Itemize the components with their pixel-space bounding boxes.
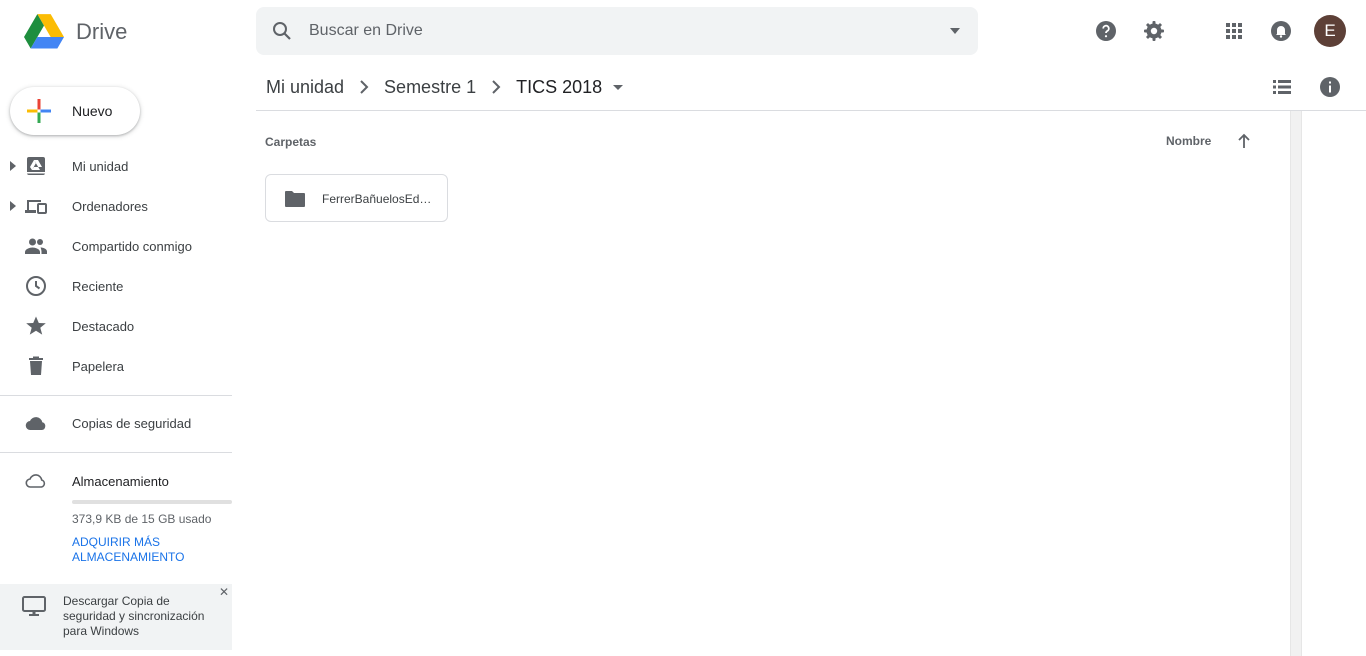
- avatar[interactable]: E: [1314, 15, 1346, 47]
- apps-grid-icon[interactable]: [1222, 19, 1246, 43]
- star-icon: [26, 316, 46, 335]
- new-button[interactable]: Nuevo: [10, 87, 140, 135]
- sidebar-divider: [0, 395, 232, 396]
- new-button-label: Nuevo: [72, 103, 113, 119]
- backup-sync-promo[interactable]: Descargar Copia de seguridad y sincroniz…: [0, 584, 232, 650]
- content-divider: [256, 110, 1366, 111]
- notifications-icon[interactable]: [1269, 19, 1293, 43]
- app-name: Drive: [76, 19, 128, 44]
- info-icon[interactable]: [1318, 75, 1342, 99]
- storage-usage-bar: [72, 500, 232, 504]
- chevron-right-icon: [360, 80, 369, 94]
- breadcrumb-item[interactable]: Semestre 1: [384, 77, 476, 98]
- storage-usage-text: 373,9 KB de 15 GB usado: [72, 512, 212, 526]
- sidebar-item-storage[interactable]: Almacenamiento: [0, 461, 232, 501]
- sidebar-item-label: Almacenamiento: [72, 473, 169, 489]
- settings-icon[interactable]: [1142, 19, 1166, 43]
- sidebar-nav: Mi unidad Ordenadores Compartido conmigo…: [0, 146, 232, 386]
- list-view-icon[interactable]: [1270, 75, 1294, 99]
- cloud-icon: [25, 417, 46, 431]
- arrow-drop-down-icon[interactable]: [606, 75, 630, 99]
- sidebar-item-label: Compartido conmigo: [72, 238, 192, 254]
- folder-item[interactable]: FerrerBañuelosEd…: [265, 174, 448, 222]
- sidebar-item-recent[interactable]: Reciente: [0, 266, 232, 306]
- desktop-computer-icon: [22, 596, 46, 616]
- sidebar-item-backups[interactable]: Copias de seguridad: [0, 403, 232, 443]
- sidebar-item-label: Destacado: [72, 318, 135, 334]
- sidebar-divider: [0, 452, 232, 453]
- clock-icon: [26, 276, 46, 296]
- search-input[interactable]: [309, 7, 909, 55]
- close-icon[interactable]: ✕: [219, 586, 229, 598]
- expand-arrow-icon[interactable]: [10, 161, 16, 171]
- cloud-outline-icon: [25, 474, 46, 488]
- sidebar-item-my-drive[interactable]: Mi unidad: [0, 146, 232, 186]
- sidebar-item-shared-with-me[interactable]: Compartido conmigo: [0, 226, 232, 266]
- sidebar-item-label: Copias de seguridad: [72, 415, 192, 431]
- sidebar-item-starred[interactable]: Destacado: [0, 306, 232, 346]
- sidebar-item-trash[interactable]: Papelera: [0, 346, 232, 386]
- drive-logo[interactable]: Drive: [24, 14, 127, 50]
- computers-icon: [25, 200, 47, 214]
- section-title-folders: Carpetas: [265, 135, 317, 149]
- chevron-right-icon: [492, 80, 501, 94]
- sidebar-item-label: Ordenadores: [72, 198, 148, 214]
- arrow-up-icon[interactable]: [1236, 132, 1252, 150]
- search-icon[interactable]: [270, 19, 294, 43]
- people-icon: [25, 238, 47, 254]
- help-icon[interactable]: [1094, 19, 1118, 43]
- breadcrumb: Mi unidad Semestre 1 TICS 2018: [266, 74, 630, 100]
- expand-arrow-icon[interactable]: [10, 201, 16, 211]
- folder-icon: [285, 191, 305, 207]
- scrollbar[interactable]: [1290, 111, 1302, 656]
- breadcrumb-current[interactable]: TICS 2018: [516, 77, 602, 98]
- sidebar-item-label: Papelera: [72, 358, 125, 374]
- my-drive-icon: [27, 157, 45, 175]
- promo-text: Descargar Copia de seguridad y sincroniz…: [63, 594, 205, 638]
- google-drive-logo-icon: [24, 14, 64, 49]
- breadcrumb-item[interactable]: Mi unidad: [266, 77, 344, 98]
- sidebar-item-computers[interactable]: Ordenadores: [0, 186, 232, 226]
- arrow-drop-down-icon[interactable]: [948, 25, 962, 37]
- sidebar-item-label: Reciente: [72, 278, 124, 294]
- top-bar: Drive Buscar en Drive E: [0, 0, 1366, 64]
- plus-multicolor-icon: [27, 99, 51, 123]
- buy-storage-link[interactable]: ADQUIRIR MÁS ALMACENAMIENTO: [72, 535, 222, 565]
- trash-icon: [29, 356, 43, 375]
- sidebar-item-label: Mi unidad: [72, 158, 129, 174]
- search-bar[interactable]: [256, 7, 978, 55]
- folder-name: FerrerBañuelosEd…: [322, 192, 432, 206]
- sort-by-name[interactable]: Nombre: [1166, 134, 1211, 148]
